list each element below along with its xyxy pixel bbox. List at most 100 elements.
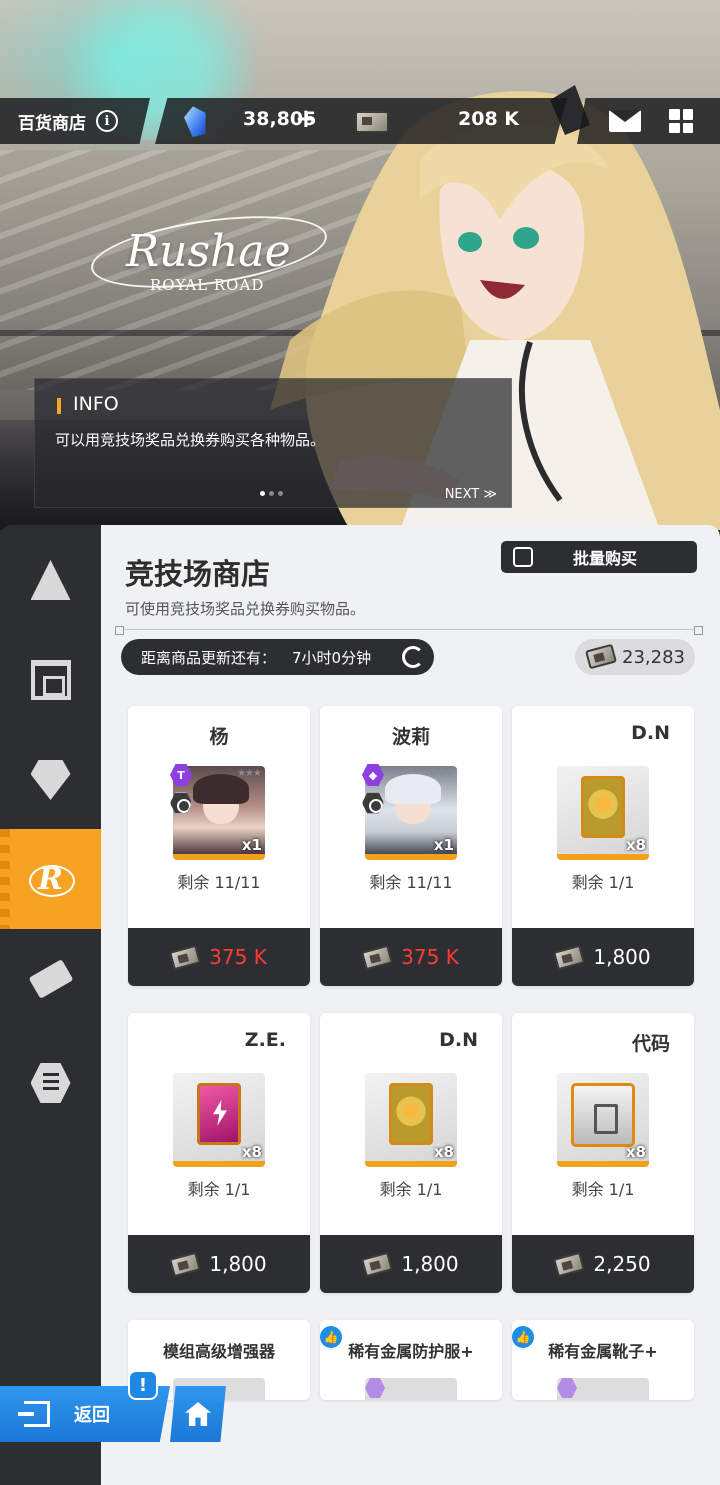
item-name: 杨 [209,726,229,748]
next-button[interactable]: NEXT ≫ [445,487,497,502]
item-name: 模组高级增强器 [162,1342,275,1361]
remaining-count: 剩余 11/11 [369,873,453,892]
price-value: 1,800 [209,1252,267,1276]
item-name: D.N [439,1029,478,1051]
item-name: 代码 [631,1033,670,1055]
store-title: 百货商店 [18,113,86,134]
shop-item-card[interactable]: 波莉 ★★★ x1 ◆ 剩余 11/11 375 K [320,706,502,986]
sidebar-item-token-shop[interactable] [0,1033,101,1133]
home-button[interactable] [170,1386,226,1442]
balance-value: 23,283 [622,647,685,668]
price-button[interactable]: 2,250 [512,1235,694,1293]
price-button[interactable]: 375 K [128,928,310,986]
remaining-count: 剩余 1/1 [571,1180,635,1199]
refresh-label: 距离商品更新还有： [141,648,277,667]
banner: Rushae ROYAL ROAD INFO 可以用竞技场奖品兑换券购买各种物品… [0,0,720,530]
sidebar-item-ticket-shop[interactable] [0,929,101,1029]
add-gems-button[interactable]: + [295,104,317,134]
ticket-icon [355,111,389,133]
home-icon [185,1402,211,1426]
ticket-icon [553,1251,586,1277]
currency-bar: 38,805 + 208 K [155,98,567,144]
diamond-icon [30,760,71,800]
ticket-icon [361,944,394,970]
ticket-icon [169,944,202,970]
hex-token-icon [30,1063,71,1103]
price-button[interactable]: 1,800 [512,928,694,986]
divider [115,626,703,635]
shop-item-card[interactable]: 杨 ★★★ x1 T 剩余 11/11 375 K [128,706,310,986]
shop-item-card[interactable]: D.N x8 剩余 1/1 1,800 [512,706,694,986]
page-description: 可使用竞技场奖品兑换券购买物品。 [125,600,366,618]
item-qty: x1 [241,836,262,854]
sidebar-item-arena-shop[interactable]: R [0,829,113,929]
info-text: 可以用竞技场奖品兑换券购买各种物品。 [55,431,326,449]
sidebar-item-general[interactable] [0,530,101,630]
sidebar-item-gem-shop[interactable] [0,730,101,830]
screen: Rushae ROYAL ROAD INFO 可以用竞技场奖品兑换券购买各种物品… [0,0,720,1485]
shop-icon [30,660,71,700]
pyramid-icon [30,560,71,600]
price-button[interactable]: 1,800 [128,1235,310,1293]
item-qty: x8 [625,836,646,854]
shop-item-card[interactable]: 👍 稀有金属防护服+ [320,1320,502,1400]
bulk-buy-label: 批量购买 [573,549,638,568]
supply-crate-icon [571,1083,635,1147]
remaining-count: 剩余 1/1 [187,1180,251,1199]
info-title: INFO [73,393,119,415]
ticket-icon [361,1251,394,1277]
price-value: 2,250 [593,1252,651,1276]
refresh-timer[interactable]: 距离商品更新还有： 7小时0分钟 [121,639,434,675]
arena-ticket-balance: 23,283 [575,639,695,675]
top-bar: 百货商店 i 38,805 + 208 K [0,98,720,146]
ticket-icon [585,643,617,670]
shop-item-card[interactable]: 👍 稀有金属靴子+ [512,1320,694,1400]
item-name: 波莉 [391,726,430,748]
sidebar-item-shop[interactable] [0,630,101,730]
page-indicator [260,491,283,496]
item-name: 稀有金属防护服+ [348,1342,474,1361]
bulk-buy-toggle[interactable]: 批量购买 [501,541,697,573]
shop-item-card[interactable]: D.N x8 剩余 1/1 1,800 [320,1013,502,1293]
top-actions [577,98,720,144]
chip-item-icon [389,1083,433,1145]
item-qty: x8 [241,1143,262,1161]
price-button[interactable]: 375 K [320,928,502,986]
price-button[interactable]: 1,800 [320,1235,502,1293]
page-title: 竞技场商店 [125,557,271,591]
refresh-icon[interactable] [402,646,424,668]
info-icon[interactable]: i [96,110,118,132]
back-label: 返回 [74,1405,110,1426]
grid-menu-icon[interactable] [669,109,693,133]
item-thumbnail: x8 [557,1073,649,1167]
item-name: Z.E. [244,1029,286,1051]
gem-icon [182,104,210,138]
shop-category-sidebar: R [0,525,113,1485]
chip-item-icon [197,1083,241,1145]
ticket-count: 208 K [458,108,519,130]
item-thumbnail: x8 [557,766,649,860]
info-panel: INFO 可以用竞技场奖品兑换券购买各种物品。 NEXT ≫ [34,378,512,508]
ticket-icon [553,944,586,970]
remaining-count: 剩余 11/11 [177,873,261,892]
item-thumbnail: x8 [173,1073,265,1167]
refresh-time: 7小时0分钟 [292,648,372,667]
shop-item-card[interactable]: 代码 x8 剩余 1/1 2,250 [512,1013,694,1293]
item-qty: x8 [625,1143,646,1161]
shop-panel: 竞技场商店 可使用竞技场奖品兑换券购买物品。 批量购买 距离商品更新还有： 7小… [101,525,720,1485]
location-label: 百货商店 i [0,98,150,144]
star-rating-icon: ★★★ [429,768,454,779]
mail-icon[interactable] [609,110,641,132]
shop-item-card[interactable]: Z.E. x8 剩余 1/1 1,800 [128,1013,310,1293]
star-rating-icon: ★★★ [237,768,262,779]
price-value: 1,800 [593,945,651,969]
item-name: D.N [631,722,670,744]
notification-alert-icon[interactable]: ! [128,1370,158,1400]
remaining-count: 剩余 1/1 [379,1180,443,1199]
ticket-icon [169,1251,202,1277]
item-thumbnail: x8 [365,1073,457,1167]
tickets-icon [28,959,73,999]
item-qty: x1 [433,836,454,854]
checkbox-icon[interactable] [513,547,533,567]
item-name: 稀有金属靴子+ [548,1342,658,1361]
